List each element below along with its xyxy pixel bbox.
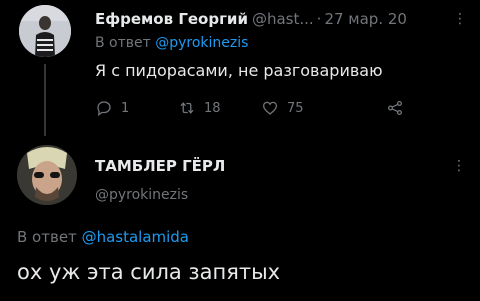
reply-count: 1 <box>121 100 130 116</box>
tweet1-author-handle[interactable]: @hast... <box>252 10 314 28</box>
heart-icon <box>262 101 278 115</box>
tweet1-reply-to: В ответ @pyrokinezis <box>95 34 248 52</box>
retweet-button[interactable]: 18 <box>178 99 221 117</box>
tweet2-reply-mention[interactable]: @hastalamida <box>82 228 189 246</box>
reply-button[interactable]: 1 <box>95 99 129 117</box>
retweet-count: 18 <box>204 100 221 116</box>
tweet1-header: Ефремов Георгий @hast... · 27 мар. 20 ⋮ <box>95 9 467 29</box>
tweet1-text: Я с пидорасами, не разговариваю <box>95 61 383 80</box>
tweet2-author-handle[interactable]: @pyrokinezis <box>95 187 188 203</box>
tweet2-more-icon[interactable]: ⋮ <box>452 158 466 174</box>
avatar-efremov-image <box>19 5 71 57</box>
tweet1-more-icon[interactable]: ⋮ <box>453 9 467 29</box>
tweet2-reply-prefix: В ответ <box>17 228 82 246</box>
reply-icon <box>97 101 111 117</box>
avatar-tumbler-girl-image <box>17 145 77 205</box>
tweet2-author-name[interactable]: ТАМБЛЕР ГЁРЛ <box>95 157 225 175</box>
tweet1-actions: 1 18 75 <box>95 99 415 119</box>
like-count: 75 <box>287 100 304 116</box>
tweet-thread-screen: Ефремов Георгий @hast... · 27 мар. 20 ⋮ В о… <box>0 0 480 301</box>
tweet1-separator: · <box>316 10 322 28</box>
like-button[interactable]: 75 <box>261 99 304 117</box>
avatar-tumbler-girl[interactable] <box>17 145 77 205</box>
thread-connector-line <box>44 64 46 136</box>
tweet1-reply-mention[interactable]: @pyrokinezis <box>155 35 248 51</box>
tweet1-author-name[interactable]: Ефремов Георгий <box>95 10 248 28</box>
tweet2-text: ох уж эта сила запятых <box>17 260 281 284</box>
tweet1-reply-prefix: В ответ <box>95 35 156 51</box>
retweet-icon <box>180 102 194 114</box>
share-button[interactable] <box>386 99 404 117</box>
tweet1-date[interactable]: 27 мар. 20 <box>324 10 407 28</box>
tweet2-reply-to: В ответ @hastalamida <box>17 228 189 246</box>
share-icon <box>387 100 403 116</box>
avatar-efremov[interactable] <box>19 5 71 57</box>
